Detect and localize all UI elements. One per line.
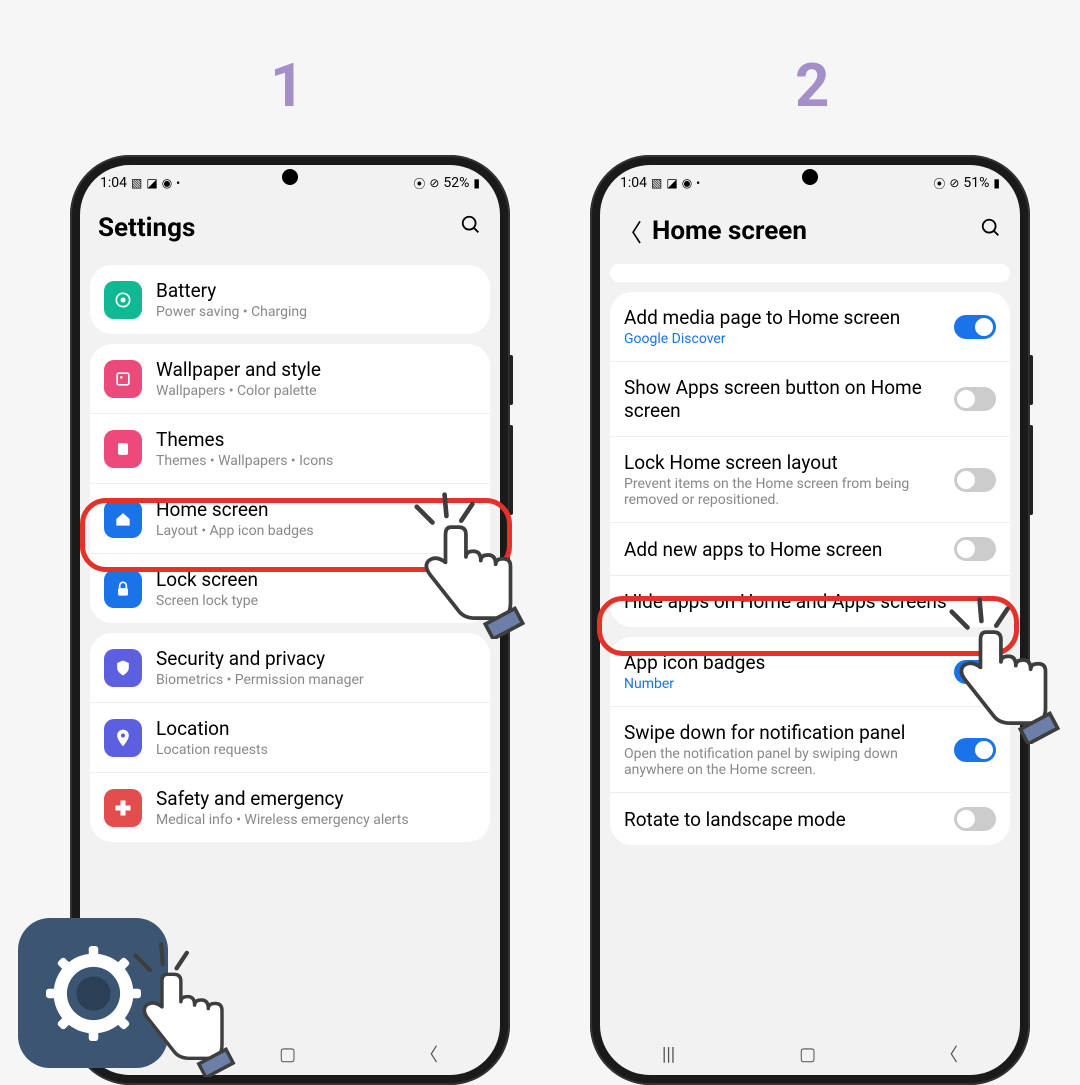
- themes-icon: [104, 430, 142, 468]
- row-sub: Power saving • Charging: [156, 304, 476, 320]
- row-add-media-page[interactable]: Add media page to Home screen Google Dis…: [610, 292, 1010, 362]
- row-sub: Location requests: [156, 742, 476, 758]
- row-safety[interactable]: Safety and emergency Medical info • Wire…: [90, 773, 490, 842]
- row-sub: Google Discover: [624, 331, 954, 347]
- row-title: Location: [156, 717, 476, 740]
- camera-notch: [802, 169, 818, 185]
- toggle-media-page[interactable]: [954, 315, 996, 339]
- row-sub: Biometrics • Permission manager: [156, 672, 476, 688]
- phone-frame-2: 1:04 ▧ ◪ ◉ • ⦿ ⊘ 51% ▮ 〈 Home screen: [590, 155, 1030, 1085]
- row-themes[interactable]: Themes Themes • Wallpapers • Icons: [90, 414, 490, 484]
- home-icon: [104, 500, 142, 538]
- row-title: Themes: [156, 428, 476, 451]
- safety-icon: [104, 789, 142, 827]
- row-sub: Number: [624, 676, 954, 692]
- row-add-new-apps[interactable]: Add new apps to Home screen: [610, 523, 1010, 576]
- home-nav-icon[interactable]: ▢: [799, 1044, 816, 1065]
- row-title: Add new apps to Home screen: [624, 538, 954, 561]
- battery-icon: ▮: [993, 176, 1000, 190]
- row-app-icon-badges[interactable]: App icon badges Number: [610, 637, 1010, 707]
- wifi-icon: ⦿: [413, 175, 425, 192]
- row-show-apps-button[interactable]: Show Apps screen button on Home screen: [610, 362, 1010, 437]
- row-title: Rotate to landscape mode: [624, 808, 954, 831]
- back-icon[interactable]: 〈: [618, 213, 642, 248]
- row-sub: Prevent items on the Home screen from be…: [624, 476, 954, 508]
- row-title: Security and privacy: [156, 647, 476, 670]
- page-title: Settings: [98, 213, 460, 243]
- recents-icon[interactable]: |||: [662, 1044, 675, 1065]
- dot-icon: •: [696, 176, 700, 190]
- battery-icon: [104, 281, 142, 319]
- row-title: Lock screen: [156, 568, 476, 591]
- shield-icon: [104, 649, 142, 687]
- check-icon: ◪: [666, 176, 677, 190]
- row-title: Safety and emergency: [156, 787, 476, 810]
- back-nav-icon[interactable]: 〈: [420, 1041, 438, 1067]
- step-number-2: 2: [795, 50, 829, 121]
- status-time: 1:04: [620, 175, 647, 191]
- toggle-add-new-apps[interactable]: [954, 537, 996, 561]
- row-title: Wallpaper and style: [156, 358, 476, 381]
- row-hide-apps[interactable]: Hide apps on Home and Apps screens: [610, 576, 1010, 627]
- home-nav-icon[interactable]: ▢: [279, 1044, 296, 1065]
- settings-app-icon[interactable]: [18, 918, 168, 1068]
- status-battery: 52%: [443, 175, 469, 191]
- wallpaper-icon: [104, 360, 142, 398]
- android-navbar: ||| ▢ 〈: [600, 1033, 1020, 1075]
- check-icon: ◪: [146, 176, 157, 190]
- row-sub: Open the notification panel by swiping d…: [624, 746, 954, 778]
- settings-header: Settings: [80, 195, 500, 255]
- row-truncated-top: [610, 264, 1010, 282]
- row-lock-screen[interactable]: Lock screen Screen lock type: [90, 554, 490, 623]
- row-sub: Layout • App icon badges: [156, 523, 476, 539]
- row-rotate[interactable]: Rotate to landscape mode: [610, 793, 1010, 845]
- row-wallpaper[interactable]: Wallpaper and style Wallpapers • Color p…: [90, 344, 490, 414]
- row-title: Show Apps screen button on Home screen: [624, 376, 954, 422]
- nodata-icon: ⊘: [949, 176, 959, 190]
- lock-icon: [104, 570, 142, 608]
- row-sub: Medical info • Wireless emergency alerts: [156, 812, 476, 828]
- row-title: Add media page to Home screen: [624, 306, 954, 329]
- toggle-lock-layout[interactable]: [954, 468, 996, 492]
- row-title: Swipe down for notification panel: [624, 721, 954, 744]
- search-icon[interactable]: [980, 217, 1002, 245]
- search-icon[interactable]: [460, 214, 482, 242]
- row-swipe-down[interactable]: Swipe down for notification panel Open t…: [610, 707, 1010, 793]
- row-sub: Wallpapers • Color palette: [156, 383, 476, 399]
- battery-icon: ▮: [473, 176, 480, 190]
- circle-icon: ◉: [162, 176, 172, 190]
- row-title: Home screen: [156, 498, 476, 521]
- row-sub: Themes • Wallpapers • Icons: [156, 453, 476, 469]
- row-lock-layout[interactable]: Lock Home screen layout Prevent items on…: [610, 437, 1010, 523]
- camera-notch: [282, 169, 298, 185]
- toggle-apps-button[interactable]: [954, 387, 996, 411]
- toggle-swipe-down[interactable]: [954, 738, 996, 762]
- circle-icon: ◉: [682, 176, 692, 190]
- wifi-icon: ⦿: [933, 175, 945, 192]
- row-location[interactable]: Location Location requests: [90, 703, 490, 773]
- row-title: Hide apps on Home and Apps screens: [624, 590, 996, 613]
- photo-icon: ▧: [651, 176, 662, 190]
- row-security[interactable]: Security and privacy Biometrics • Permis…: [90, 633, 490, 703]
- status-time: 1:04: [100, 175, 127, 191]
- photo-icon: ▧: [131, 176, 142, 190]
- home-screen-header: 〈 Home screen: [600, 195, 1020, 260]
- toggle-badges[interactable]: [954, 660, 996, 684]
- row-title: Lock Home screen layout: [624, 451, 954, 474]
- toggle-rotate[interactable]: [954, 807, 996, 831]
- row-sub: Screen lock type: [156, 593, 476, 609]
- nodata-icon: ⊘: [429, 176, 439, 190]
- step-number-1: 1: [270, 50, 304, 121]
- status-battery: 51%: [963, 175, 989, 191]
- row-home-screen[interactable]: Home screen Layout • App icon badges: [90, 484, 490, 554]
- location-icon: [104, 719, 142, 757]
- row-title: Battery: [156, 279, 476, 302]
- row-title: App icon badges: [624, 651, 954, 674]
- back-nav-icon[interactable]: 〈: [940, 1041, 958, 1067]
- dot-icon: •: [176, 176, 180, 190]
- page-title: Home screen: [652, 216, 980, 246]
- row-battery[interactable]: Battery Power saving • Charging: [90, 265, 490, 334]
